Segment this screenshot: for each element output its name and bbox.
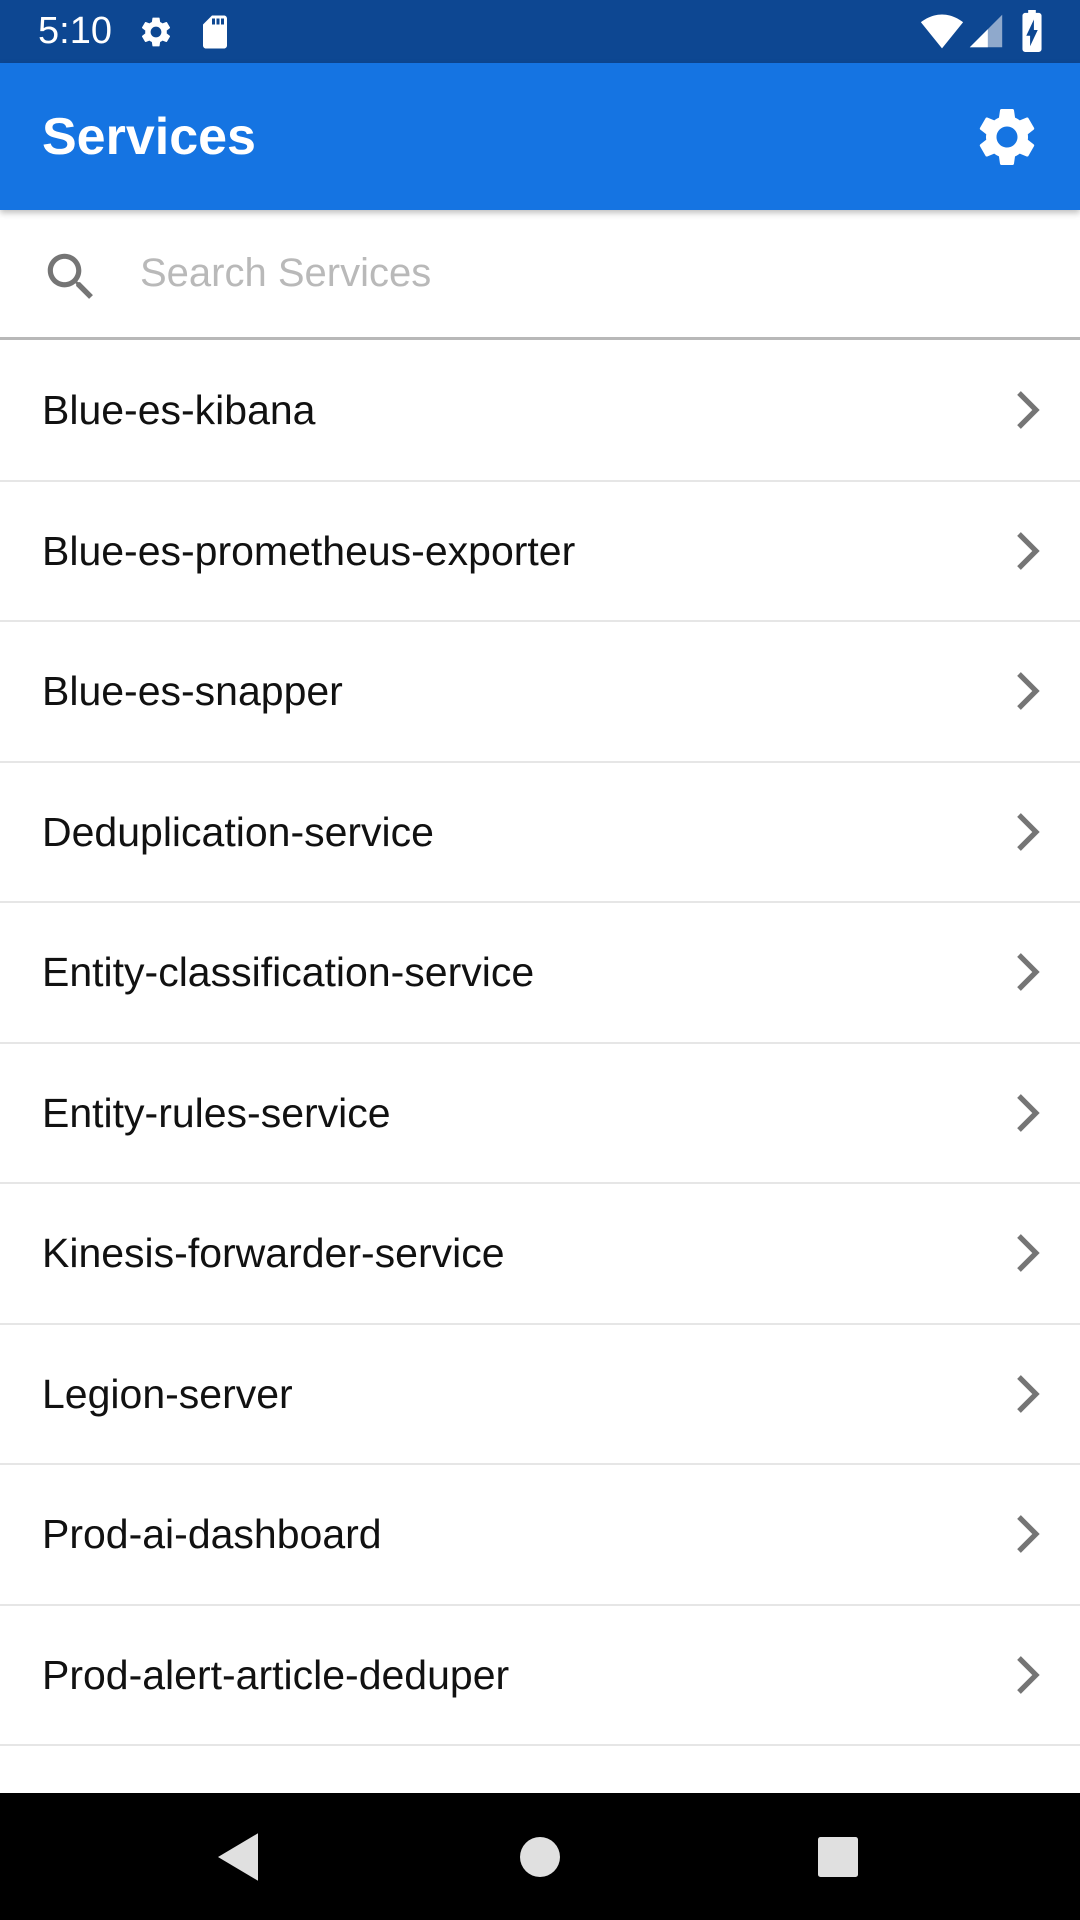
wifi-icon: [920, 14, 964, 49]
chevron-right-icon: [1017, 672, 1040, 711]
search-bar: [0, 210, 1080, 340]
list-item[interactable]: Entity-classification-service: [0, 903, 1080, 1044]
list-item[interactable]: Prod-ai-dashboard: [0, 1465, 1080, 1606]
search-input[interactable]: [140, 238, 1040, 308]
service-name-label: Deduplication-service: [42, 808, 434, 855]
chevron-right-icon: [1017, 1374, 1040, 1413]
service-name-label: Prod-alert-article-deduper: [42, 1651, 510, 1698]
service-list: Blue-es-kibana Blue-es-prometheus-exporte…: [0, 341, 1080, 1793]
chevron-right-icon: [1017, 1093, 1040, 1132]
list-item[interactable]: Legion-server: [0, 1325, 1080, 1465]
service-name-label: Entity-classification-service: [42, 949, 535, 995]
page-title: Services: [42, 108, 256, 166]
signal-icon: [969, 14, 1003, 48]
status-bar: 5:10: [0, 0, 1080, 63]
chevron-right-icon: [1017, 531, 1040, 570]
list-item[interactable]: Kinesis-forwarder-service: [0, 1184, 1080, 1325]
back-icon[interactable]: [208, 1827, 268, 1887]
gear-icon: [141, 17, 171, 47]
service-name-label: Blue-es-kibana: [42, 387, 316, 433]
list-item[interactable]: Blue-es-kibana: [0, 341, 1080, 482]
status-time: 5:10: [38, 10, 112, 52]
service-name-label: Legion-server: [42, 1370, 293, 1417]
navigation-bar: [0, 1793, 1080, 1920]
battery-charging-icon: [1022, 10, 1042, 52]
chevron-right-icon: [1017, 1655, 1040, 1694]
chevron-right-icon: [1017, 1515, 1040, 1554]
service-name-label: Blue-es-snapper: [42, 668, 343, 714]
recents-icon[interactable]: [808, 1827, 868, 1887]
settings-button[interactable]: [972, 102, 1042, 172]
list-item[interactable]: Prod-alert-article-deduper: [0, 1606, 1080, 1746]
services-screen: 5:10 Services Blue-es-kibanaB: [0, 0, 1080, 1920]
list-item[interactable]: [0, 1746, 1080, 1793]
app-bar: Services: [0, 63, 1080, 210]
service-name-label: Blue-es-prometheus-exporter: [42, 527, 576, 574]
list-item[interactable]: Blue-es-prometheus-exporter: [0, 482, 1080, 622]
search-icon: [47, 253, 93, 299]
chevron-right-icon: [1017, 1234, 1040, 1273]
chevron-right-icon: [1017, 953, 1040, 992]
sd-card-icon: [203, 15, 227, 49]
chevron-right-icon: [1017, 391, 1040, 430]
chevron-right-icon: [1017, 812, 1040, 851]
home-icon[interactable]: [510, 1827, 570, 1887]
gear-icon: [979, 109, 1035, 165]
service-name-label: Prod-ai-dashboard: [42, 1511, 382, 1557]
service-name-label: Kinesis-forwarder-service: [42, 1230, 505, 1276]
list-item[interactable]: Entity-rules-service: [0, 1044, 1080, 1184]
list-item[interactable]: Blue-es-snapper: [0, 622, 1080, 763]
service-name-label: Entity-rules-service: [42, 1089, 391, 1136]
list-item[interactable]: Deduplication-service: [0, 763, 1080, 903]
